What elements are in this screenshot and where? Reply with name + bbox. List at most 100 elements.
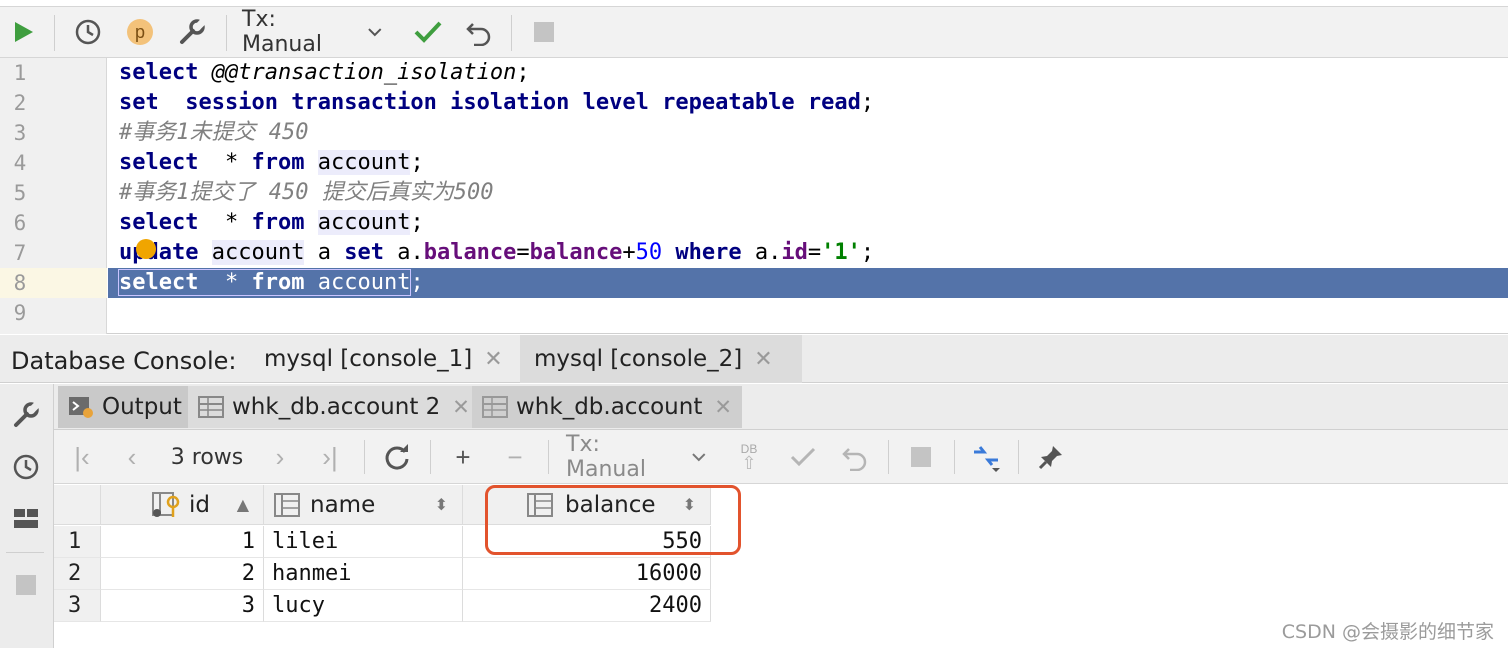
code-line-6[interactable]: select * from account;	[119, 208, 424, 238]
chevron-right-icon: ›	[275, 441, 285, 472]
code-line-3[interactable]: #事务1未提交 450	[119, 118, 308, 148]
line-number: 2	[13, 91, 27, 115]
add-row-button[interactable]: +	[446, 430, 480, 484]
last-page-button[interactable]: ›|	[314, 430, 346, 484]
line-number: 4	[13, 151, 27, 175]
stop-button[interactable]	[9, 568, 43, 602]
refresh-button[interactable]	[380, 430, 414, 484]
code-line-7[interactable]: update account a set a.balance=balance+5…	[119, 238, 874, 268]
stop-button[interactable]	[904, 430, 938, 484]
plus-icon: +	[455, 441, 471, 472]
tx-mode-dropdown[interactable]: Tx: Manual	[242, 7, 384, 57]
first-page-button[interactable]: |‹	[66, 430, 98, 484]
cell-id[interactable]: 2	[101, 558, 264, 590]
tab-output[interactable]: Output	[58, 386, 192, 428]
sort-icon[interactable]: ▲	[237, 495, 249, 514]
table-icon	[198, 396, 224, 418]
profile-badge-icon: p	[127, 19, 153, 45]
play-icon	[15, 22, 33, 42]
cell-balance[interactable]: 2400	[463, 590, 711, 622]
tab-account[interactable]: whk_db.account ✕	[472, 386, 742, 428]
layout-button[interactable]	[9, 502, 43, 536]
code-line-2[interactable]: set session transaction isolation level …	[119, 88, 874, 118]
wrench-icon	[180, 19, 206, 44]
submit-db-button[interactable]: DB ⇧	[734, 430, 764, 484]
compare-arrows-icon	[974, 446, 1000, 472]
row-number[interactable]: 1	[54, 526, 101, 558]
line-number: 7	[13, 241, 27, 265]
stop-button[interactable]	[527, 7, 561, 57]
profile-button[interactable]: p	[122, 7, 158, 57]
result-tx-mode-dropdown[interactable]: Tx: Manual	[566, 430, 708, 484]
result-tabs: Output whk_db.account 2 ✕ whk_db.account ✕	[54, 384, 1508, 430]
cell-balance[interactable]: 550	[463, 526, 711, 558]
divider	[6, 552, 44, 553]
compare-button[interactable]	[968, 430, 1004, 484]
line-number: 9	[13, 301, 27, 325]
first-page-icon: |‹	[74, 441, 90, 472]
settings-button[interactable]	[174, 7, 210, 57]
line-number: 8	[13, 271, 27, 295]
layout-icon	[14, 509, 38, 528]
cell-name[interactable]: lucy	[264, 590, 463, 622]
remove-row-button[interactable]: −	[498, 430, 532, 484]
row-number[interactable]: 3	[54, 590, 101, 622]
next-page-button[interactable]: ›	[266, 430, 294, 484]
tab-console-2[interactable]: mysql [console_2] ✕	[520, 335, 802, 383]
close-icon[interactable]: ✕	[714, 395, 732, 419]
commit-button[interactable]	[786, 430, 820, 484]
cell-name[interactable]: lilei	[264, 526, 463, 558]
wrench-icon	[14, 402, 40, 427]
cell-balance[interactable]: 16000	[463, 558, 711, 590]
clock-icon	[75, 19, 101, 45]
table-icon	[482, 396, 508, 418]
tab-account-2[interactable]: whk_db.account 2 ✕	[188, 386, 480, 428]
line-number: 6	[13, 211, 27, 235]
column-header-balance[interactable]: balance ⬍	[463, 485, 711, 525]
sort-icon[interactable]: ⬍	[435, 495, 448, 514]
column-icon	[527, 492, 553, 517]
check-icon	[414, 21, 442, 43]
row-number-header	[54, 485, 101, 525]
sql-editor[interactable]: 1 2 3 4 5 6 7 8 9 select @@transaction_i…	[0, 58, 1508, 334]
console-output-icon	[69, 397, 93, 418]
code-line-4[interactable]: select * from account;	[119, 148, 424, 178]
cell-name[interactable]: hanmei	[264, 558, 463, 590]
cell-id[interactable]: 3	[101, 590, 264, 622]
line-number: 1	[13, 61, 27, 85]
history-button[interactable]	[9, 450, 43, 484]
settings-button[interactable]	[9, 398, 43, 432]
commit-button[interactable]	[410, 7, 446, 57]
watermark: CSDN @会摄影的细节家	[1281, 621, 1494, 643]
close-icon[interactable]: ✕	[484, 347, 502, 372]
chevron-left-icon: ‹	[127, 441, 137, 472]
tx-mode-label: Tx: Manual	[242, 7, 322, 57]
clock-icon	[13, 454, 39, 480]
code-line-8: select * from account;	[117, 269, 424, 296]
run-button[interactable]	[8, 7, 40, 57]
pin-tab-button[interactable]	[1034, 430, 1068, 484]
intention-bulb-icon[interactable]	[136, 239, 156, 259]
rollback-button[interactable]	[461, 7, 497, 57]
row-number[interactable]: 2	[54, 558, 101, 590]
cell-id[interactable]: 1	[101, 526, 264, 558]
code-line-1[interactable]: select @@transaction_isolation;	[119, 58, 530, 88]
database-console-bar: Database Console: mysql [console_1] ✕ mys…	[0, 335, 1508, 383]
history-button[interactable]	[70, 7, 106, 57]
column-header-name[interactable]: name ⬍	[264, 485, 463, 525]
stop-icon	[16, 575, 36, 595]
rollback-button[interactable]	[838, 430, 872, 484]
sort-icon[interactable]: ⬍	[683, 495, 696, 514]
stop-icon	[534, 22, 554, 42]
prev-page-button[interactable]: ‹	[118, 430, 146, 484]
stop-icon	[911, 447, 931, 467]
arrow-up-icon: ⇧	[741, 453, 757, 473]
code-line-5[interactable]: #事务1提交了 450 提交后真实为500	[119, 178, 493, 208]
last-page-icon: ›|	[322, 441, 338, 472]
tab-console-1[interactable]: mysql [console_1] ✕	[252, 335, 515, 383]
close-icon[interactable]: ✕	[754, 347, 772, 372]
close-icon[interactable]: ✕	[452, 395, 470, 419]
column-header-id[interactable]: id ▲	[101, 485, 264, 525]
rows-count[interactable]: 3 rows	[166, 430, 248, 484]
selected-line[interactable]: select * from account;	[108, 268, 1508, 298]
